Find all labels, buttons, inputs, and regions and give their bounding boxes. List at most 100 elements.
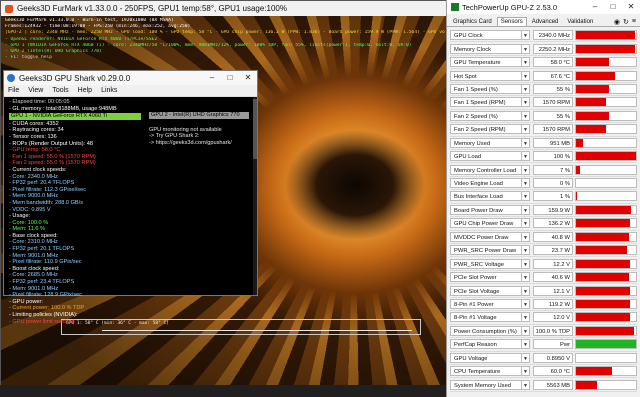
- gpuz-titlebar[interactable]: TechPowerUp GPU-Z 2.53.0 – □ ✕: [447, 0, 640, 14]
- sensor-row: 8-Pin #1 Voltage ▼ 12.0 V: [450, 311, 637, 325]
- sensor-dropdown-icon[interactable]: ▼: [522, 137, 530, 148]
- close-button[interactable]: ✕: [239, 71, 257, 85]
- sensor-dropdown-icon[interactable]: ▼: [522, 298, 530, 309]
- tab-validation[interactable]: Validation: [563, 17, 597, 26]
- info-line: - Raytracing cores: 34: [9, 127, 64, 134]
- sensor-label: PCIe Slot Voltage: [450, 285, 522, 296]
- sensor-label: MVDDC Power Draw: [450, 231, 522, 242]
- info-line: - Limiting policies (NVIDIA):: [9, 312, 78, 318]
- sensor-graph-fill: [576, 340, 636, 349]
- sensor-label: CPU Temperature: [450, 366, 522, 377]
- sensor-graph-fill: [576, 125, 606, 134]
- sensor-dropdown-icon[interactable]: ▼: [522, 30, 530, 41]
- sensor-dropdown-icon[interactable]: ▼: [522, 285, 530, 296]
- sensor-value: 951 MB: [533, 137, 573, 148]
- menu-item-links[interactable]: Links: [101, 87, 117, 94]
- menu-item-help[interactable]: Help: [78, 87, 92, 94]
- maximize-button[interactable]: □: [604, 0, 622, 14]
- gpu-selector[interactable]: GPU 1 - NVIDIA GeForce RTX 4060 Ti: [9, 113, 141, 120]
- sensor-value: 12.1 V: [533, 285, 573, 296]
- sensor-dropdown-icon[interactable]: ▼: [522, 57, 530, 68]
- sensor-dropdown-icon[interactable]: ▼: [522, 245, 530, 256]
- camera-icon[interactable]: ◉: [614, 18, 620, 26]
- menu-icon[interactable]: ≡: [632, 18, 636, 26]
- sensor-graph: [575, 191, 637, 202]
- minimize-button[interactable]: –: [586, 0, 604, 14]
- sensor-row: Video Engine Load ▼ 0 %: [450, 177, 637, 191]
- menu-item-tools[interactable]: Tools: [52, 87, 68, 94]
- sensor-dropdown-icon[interactable]: ▼: [522, 178, 530, 189]
- maximize-button[interactable]: □: [221, 71, 239, 85]
- gpu-shark-scrollbar[interactable]: [253, 97, 257, 295]
- info-line: - Core: 2340.0 MHz: [9, 173, 58, 180]
- sensor-dropdown-icon[interactable]: ▼: [522, 339, 530, 350]
- sensor-dropdown-icon[interactable]: ▼: [522, 325, 530, 336]
- sensor-label: Fan 1 Speed (RPM): [450, 97, 522, 108]
- sensor-row: PCIe Slot Power ▼ 40.6 W: [450, 271, 637, 285]
- minimize-button[interactable]: –: [203, 71, 221, 85]
- menu-item-view[interactable]: View: [28, 87, 43, 94]
- tab-advanced[interactable]: Advanced: [528, 17, 563, 26]
- furmark-overlay-line: - F1: toggle help: [5, 55, 53, 61]
- sensor-dropdown-icon[interactable]: ▼: [522, 151, 530, 162]
- sensor-graph-fill: [576, 219, 630, 228]
- sensor-dropdown-icon[interactable]: ▼: [522, 110, 530, 121]
- sensor-dropdown-icon[interactable]: ▼: [522, 231, 530, 242]
- sensor-row: PerfCap Reason ▼ Pwr: [450, 338, 637, 352]
- gpu-shark-window: Geeks3D GPU Shark v0.29.0.0 – □ ✕ File Vi…: [3, 70, 258, 325]
- sensor-value: 67.6 °C: [533, 70, 573, 81]
- sensor-label: Fan 1 Speed (%): [450, 83, 522, 94]
- sensor-dropdown-icon[interactable]: ▼: [522, 272, 530, 283]
- menu-item-file[interactable]: File: [8, 87, 19, 94]
- refresh-icon[interactable]: ↻: [623, 18, 629, 26]
- sensor-dropdown-icon[interactable]: ▼: [522, 366, 530, 377]
- info-line: - Usage:: [9, 213, 31, 220]
- sensor-graph: [575, 218, 637, 229]
- info-line: - FP32 perf: 20.4 TFLOPS: [9, 180, 75, 187]
- sensor-graph: [575, 325, 637, 336]
- info-line: - Pixel fillrate: 110.9 GPix/sec: [9, 259, 82, 266]
- sensor-dropdown-icon[interactable]: ▼: [522, 97, 530, 108]
- sensor-dropdown-icon[interactable]: ▼: [522, 379, 530, 390]
- sensor-graph: [575, 137, 637, 148]
- sensor-dropdown-icon[interactable]: ▼: [522, 83, 530, 94]
- info-line: -> https://geeks3d.com/gpushark/: [149, 140, 232, 147]
- sensor-dropdown-icon[interactable]: ▼: [522, 70, 530, 81]
- furmark-titlebar[interactable]: Geeks3D FurMark v1.33.0.0 - 250FPS, GPU1…: [1, 1, 446, 16]
- sensor-graph-fill: [576, 246, 627, 255]
- sensor-dropdown-icon[interactable]: ▼: [522, 312, 530, 323]
- gpu-selector[interactable]: GPU 2 - Intel(R) UHD Graphics 770: [149, 112, 249, 119]
- sensor-label: Memory Clock: [450, 43, 522, 54]
- sensor-graph: [575, 258, 637, 269]
- sensor-graph: [575, 339, 637, 350]
- sensor-dropdown-icon[interactable]: ▼: [522, 124, 530, 135]
- info-line: - GPU power limit reached: [9, 318, 75, 325]
- sensor-dropdown-icon[interactable]: ▼: [522, 191, 530, 202]
- sensor-value: 1 %: [533, 191, 573, 202]
- close-button[interactable]: ✕: [622, 0, 640, 14]
- sensor-dropdown-icon[interactable]: ▼: [522, 352, 530, 363]
- sensor-dropdown-icon[interactable]: ▼: [522, 218, 530, 229]
- sensor-value: 55 %: [533, 83, 573, 94]
- sensor-label: Hot Spot: [450, 70, 522, 81]
- sensor-dropdown-icon[interactable]: ▼: [522, 164, 530, 175]
- sensor-graph-fill: [576, 380, 597, 389]
- sensor-dropdown-icon[interactable]: ▼: [522, 43, 530, 54]
- sensor-graph: [575, 352, 637, 363]
- info-line: - Mem: 9001.0 MHz: [9, 252, 59, 259]
- tab-graphics-card[interactable]: Graphics Card: [449, 17, 496, 26]
- sensor-value: 159.9 W: [533, 204, 573, 215]
- sensor-graph-fill: [576, 98, 606, 107]
- sensor-label: Bus Interface Load: [450, 191, 522, 202]
- sensor-graph-fill: [576, 138, 584, 147]
- sensor-graph-fill: [576, 31, 635, 40]
- sensor-graph-fill: [576, 165, 581, 174]
- tab-sensors[interactable]: Sensors: [496, 17, 527, 26]
- sensor-label: System Memory Used: [450, 379, 522, 390]
- gpu-shark-titlebar[interactable]: Geeks3D GPU Shark v0.29.0.0 – □ ✕: [4, 71, 257, 85]
- sensor-row: Bus Interface Load ▼ 1 %: [450, 190, 637, 204]
- sensor-value: 0 %: [533, 178, 573, 189]
- sensor-dropdown-icon[interactable]: ▼: [522, 204, 530, 215]
- sensor-dropdown-icon[interactable]: ▼: [522, 258, 530, 269]
- sensor-row: GPU Chip Power Draw ▼ 136.2 W: [450, 217, 637, 231]
